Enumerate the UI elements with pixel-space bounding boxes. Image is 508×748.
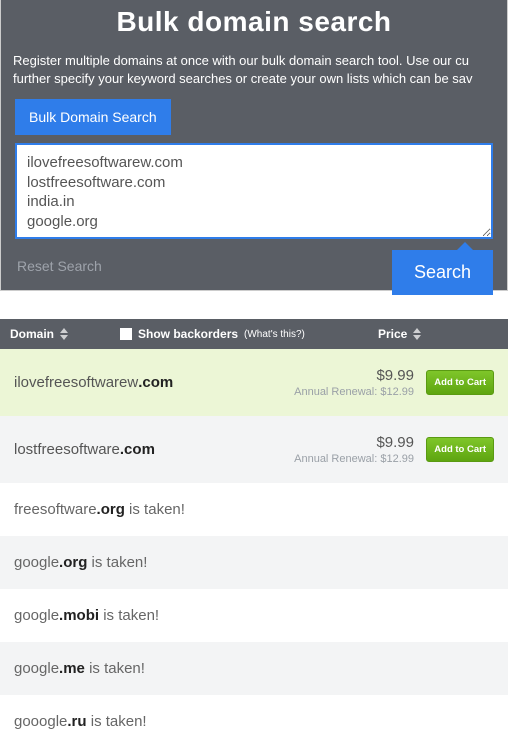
domain-name: lostfreesoftware — [14, 441, 120, 458]
domain-name: google — [14, 554, 59, 571]
result-row-available: lostfreesoftware.com $9.99 Annual Renewa… — [0, 416, 508, 483]
column-header-backorders: Show backorders (What's this?) — [120, 327, 378, 341]
result-domain: ilovefreesoftwarew.com — [14, 374, 294, 391]
page-description: Register multiple domains at once with o… — [1, 52, 507, 99]
result-row-taken: google.org is taken! — [0, 536, 508, 589]
result-price-block: $9.99 Annual Renewal: $12.99 — [294, 367, 414, 398]
domain-tld: .com — [120, 441, 155, 458]
result-price: $9.99 — [294, 434, 414, 451]
add-to-cart-button[interactable]: Add to Cart — [426, 437, 494, 462]
taken-suffix: is taken! — [125, 501, 185, 518]
domain-tld: .com — [138, 374, 173, 391]
taken-suffix: is taken! — [85, 660, 145, 677]
result-cart-cell: Add to Cart — [414, 370, 494, 395]
search-button[interactable]: Search — [392, 250, 493, 295]
result-row-taken: google.me is taken! — [0, 642, 508, 695]
domain-name: google — [14, 660, 59, 677]
sort-icon — [60, 328, 69, 340]
result-renewal: Annual Renewal: $12.99 — [294, 453, 414, 465]
column-header-price-label: Price — [378, 327, 407, 341]
add-to-cart-button[interactable]: Add to Cart — [426, 370, 494, 395]
result-row-available: ilovefreesoftwarew.com $9.99 Annual Rene… — [0, 349, 508, 416]
page-title: Bulk domain search — [1, 0, 507, 52]
domain-tld: .me — [59, 660, 85, 677]
show-backorders-label: Show backorders — [138, 327, 238, 341]
result-domain: freesoftware.org is taken! — [14, 501, 494, 518]
taken-suffix: is taken! — [87, 554, 147, 571]
search-button-wrapper: Search — [392, 242, 493, 295]
show-backorders-checkbox[interactable] — [120, 328, 132, 340]
result-domain: google.me is taken! — [14, 660, 494, 677]
domain-name: google — [14, 607, 59, 624]
column-header-domain-label: Domain — [10, 327, 54, 341]
result-cart-cell: Add to Cart — [414, 437, 494, 462]
result-domain: google.org is taken! — [14, 554, 494, 571]
result-row-taken: gooogle.ru is taken! — [0, 695, 508, 748]
search-arrow-icon — [457, 242, 473, 250]
column-header-price[interactable]: Price — [378, 327, 498, 341]
result-domain: gooogle.ru is taken! — [14, 713, 494, 730]
taken-suffix: is taken! — [87, 713, 147, 730]
result-row-taken: freesoftware.org is taken! — [0, 483, 508, 536]
domain-name: ilovefreesoftwarew — [14, 374, 138, 391]
tab-bulk-domain-search[interactable]: Bulk Domain Search — [15, 99, 171, 135]
domain-tld: .ru — [67, 713, 86, 730]
domain-name: gooogle — [14, 713, 67, 730]
whats-this-link[interactable]: (What's this?) — [244, 329, 305, 340]
result-price-block: $9.99 Annual Renewal: $12.99 — [294, 434, 414, 465]
result-domain: google.mobi is taken! — [14, 607, 494, 624]
domain-tld: .org — [97, 501, 125, 518]
domain-tld: .mobi — [59, 607, 99, 624]
search-panel: Bulk domain search Register multiple dom… — [0, 0, 508, 291]
result-domain: lostfreesoftware.com — [14, 441, 294, 458]
results-table: Domain Show backorders (What's this?) Pr… — [0, 319, 508, 748]
domain-tld: .org — [59, 554, 87, 571]
search-actions-row: Reset Search Search — [1, 244, 507, 290]
domain-list-input[interactable] — [15, 143, 493, 239]
result-renewal: Annual Renewal: $12.99 — [294, 386, 414, 398]
column-header-domain[interactable]: Domain — [10, 327, 120, 341]
reset-search-link[interactable]: Reset Search — [15, 244, 102, 274]
domain-name: freesoftware — [14, 501, 97, 518]
sort-icon — [413, 328, 422, 340]
result-row-taken: google.mobi is taken! — [0, 589, 508, 642]
tab-bar: Bulk Domain Search — [1, 99, 507, 135]
result-price: $9.99 — [294, 367, 414, 384]
taken-suffix: is taken! — [99, 607, 159, 624]
results-header-row: Domain Show backorders (What's this?) Pr… — [0, 319, 508, 349]
textarea-wrapper — [1, 135, 507, 244]
